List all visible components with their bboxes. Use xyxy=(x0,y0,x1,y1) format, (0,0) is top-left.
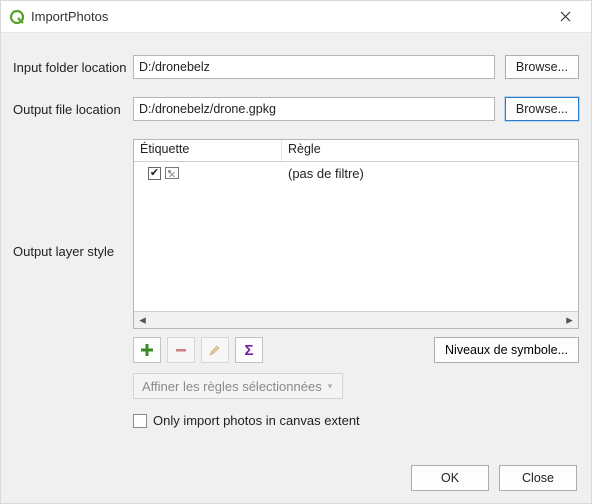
output-file-browse-button[interactable]: Browse... xyxy=(505,97,579,121)
close-button[interactable]: Close xyxy=(499,465,577,491)
chevron-down-icon: ▾ xyxy=(328,381,333,392)
input-folder-field[interactable] xyxy=(133,55,495,79)
output-layer-style-label: Output layer style xyxy=(13,244,133,259)
ok-button[interactable]: OK xyxy=(411,465,489,491)
titlebar: ImportPhotos xyxy=(1,1,591,33)
symbol-levels-button[interactable]: Niveaux de symbole... xyxy=(434,337,579,363)
plus-icon xyxy=(140,343,154,357)
refine-rules-label: Affiner les règles sélectionnées xyxy=(142,379,322,394)
image-icon xyxy=(165,167,179,179)
rules-header: Étiquette Règle xyxy=(134,140,578,162)
add-rule-button[interactable] xyxy=(133,337,161,363)
input-folder-label: Input folder location xyxy=(13,60,133,75)
pencil-icon xyxy=(208,343,222,357)
refine-rules-dropdown[interactable]: Affiner les règles sélectionnées ▾ xyxy=(133,373,343,399)
window-title: ImportPhotos xyxy=(31,9,108,24)
rule-row[interactable]: ✔ (pas de filtre) xyxy=(134,162,578,184)
window-close-button[interactable] xyxy=(545,1,585,33)
scroll-track[interactable] xyxy=(151,312,561,328)
rule-text: (pas de filtre) xyxy=(282,166,578,181)
rule-checkbox[interactable]: ✔ xyxy=(148,167,161,180)
qgis-icon xyxy=(9,9,25,25)
rules-table[interactable]: Étiquette Règle ✔ (pas de filtre) ◂ xyxy=(133,139,579,329)
remove-rule-button[interactable] xyxy=(167,337,195,363)
only-extent-label: Only import photos in canvas extent xyxy=(153,413,360,428)
count-rules-button[interactable]: Σ xyxy=(235,337,263,363)
input-folder-browse-button[interactable]: Browse... xyxy=(505,55,579,79)
only-extent-checkbox[interactable] xyxy=(133,414,147,428)
minus-icon xyxy=(174,343,188,357)
sigma-icon: Σ xyxy=(244,342,253,359)
output-file-label: Output file location xyxy=(13,102,133,117)
scroll-right-icon[interactable]: ▸ xyxy=(561,312,578,328)
scroll-left-icon[interactable]: ◂ xyxy=(134,312,151,328)
horizontal-scrollbar[interactable]: ◂ ▸ xyxy=(134,311,578,328)
output-file-field[interactable] xyxy=(133,97,495,121)
edit-rule-button[interactable] xyxy=(201,337,229,363)
column-regle[interactable]: Règle xyxy=(282,140,578,161)
column-etiquette[interactable]: Étiquette xyxy=(134,140,282,161)
